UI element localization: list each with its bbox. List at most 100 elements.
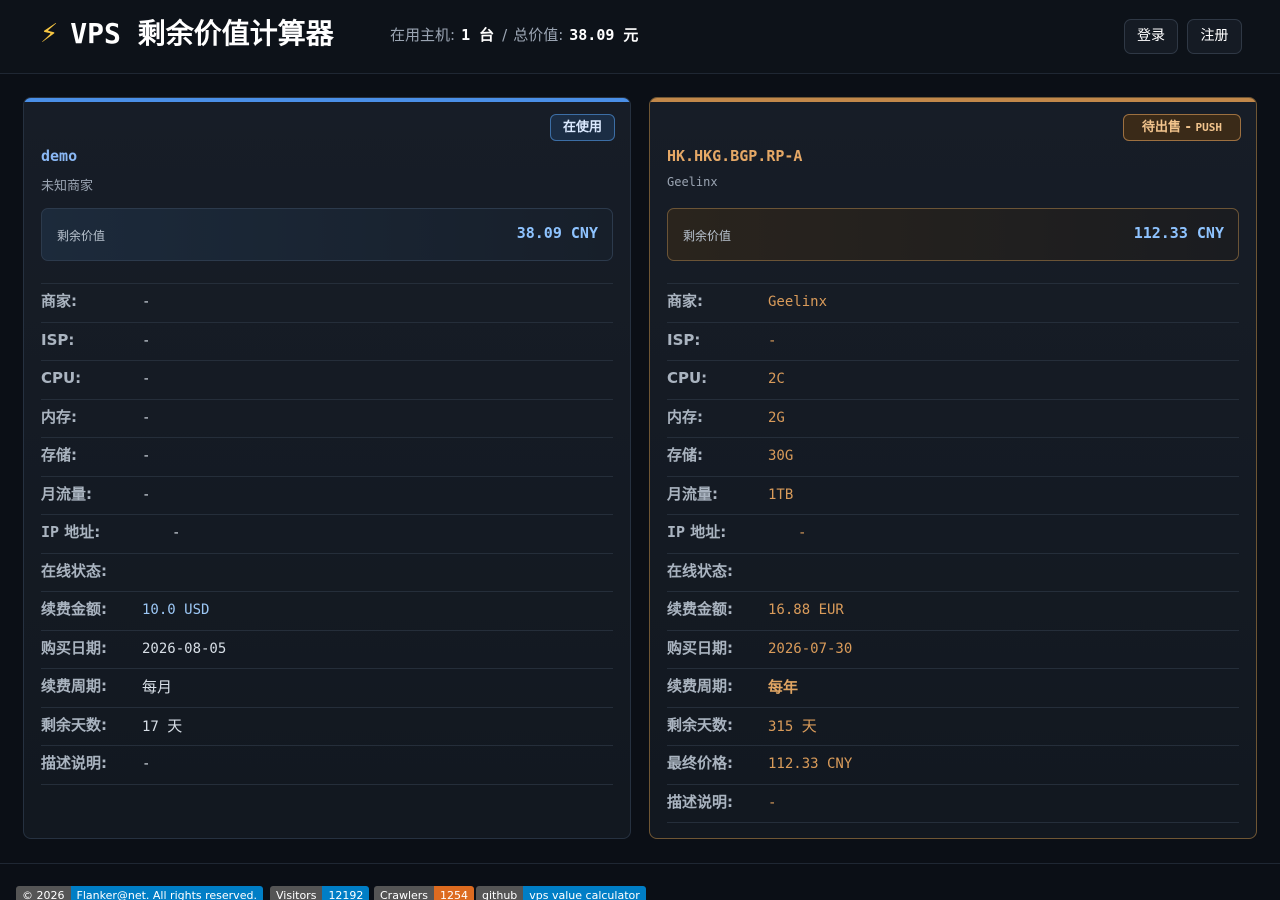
remaining-value-label: 剩余价值 [683, 229, 732, 243]
spec-list: 商家: Geelinx ISP: - CPU: 2C 内存: 2G 存储: 30G 月流量… [667, 283, 1239, 823]
spec-label: 在线状态: [41, 561, 107, 580]
spec-value: - [142, 371, 151, 387]
spec-list: 商家: - ISP: - CPU: - 内存: - 存储: - 月流量: - IP 地址: -… [41, 283, 613, 785]
spec-value: - [142, 294, 151, 310]
spec-value: 112.33 CNY [768, 756, 853, 772]
spec-value: - [798, 525, 807, 541]
remaining-value-label: 剩余价值 [57, 229, 106, 243]
lightning-icon: ⚡ [40, 19, 59, 49]
spec-row-purchase-date: 购买日期: 2026-07-30 [667, 631, 1239, 669]
spec-row-merchant: 商家: - [41, 284, 613, 323]
spec-label: 最终价格: [667, 754, 733, 772]
spec-label: 商家: [667, 292, 703, 310]
spec-label: 续费周期: [667, 677, 733, 695]
spec-value: 16.88 EUR [768, 602, 844, 618]
spec-value: - [142, 332, 151, 349]
remaining-value-box: 剩余价值 112.33 CNY [667, 208, 1239, 261]
spec-row-renewal-cycle: 续费周期: 每年 [667, 669, 1239, 708]
spec-label: 月流量: [667, 484, 718, 503]
spec-value: 2026-08-05 [142, 640, 227, 657]
app-header: ⚡ VPS 剩余价值计算器 在用主机: 1 台 / 总价值: 38.09 元 登… [0, 0, 1280, 74]
spec-value: 2G [768, 409, 785, 426]
spec-label: CPU: [41, 369, 82, 387]
spec-label: 存储: [41, 446, 77, 464]
visitors-badge: Visitors 12192 [270, 886, 370, 900]
spec-label: 剩余天数: [667, 715, 733, 734]
spec-row-description: 描述说明: - [41, 746, 613, 785]
page-footer: © 2026 Flanker@net. All rights reserved. … [0, 863, 1280, 900]
spec-row-traffic: 月流量: - [41, 477, 613, 515]
login-button[interactable]: 登录 [1124, 19, 1178, 54]
hosts-label: 在用主机: [390, 26, 456, 44]
status-badge: 在使用 [550, 114, 615, 141]
spec-row-storage: 存储: 30G [667, 438, 1239, 477]
spec-label: IP 地址: [667, 523, 727, 541]
stats-separator: / [502, 26, 508, 44]
spec-value: 2026-07-30 [768, 640, 853, 657]
card-accent-bar [650, 98, 1256, 102]
spec-label: 内存: [667, 407, 703, 426]
total-label: 总价值: [513, 26, 564, 44]
spec-row-isp: ISP: - [667, 323, 1239, 361]
spec-value: - [768, 794, 777, 811]
host-name: demo [41, 147, 78, 165]
merchant-subtitle: 未知商家 [41, 179, 94, 194]
spec-row-cpu: CPU: - [41, 361, 613, 400]
spec-row-cpu: CPU: 2C [667, 361, 1239, 400]
brand: ⚡ VPS 剩余价值计算器 [40, 16, 334, 52]
spec-row-final-price: 最终价格: 112.33 CNY [667, 746, 1239, 785]
spec-value: - [768, 332, 777, 349]
spec-value: 1TB [768, 486, 794, 503]
spec-row-remaining-days: 剩余天数: 315 天 [667, 708, 1239, 746]
spec-label: 描述说明: [667, 792, 733, 811]
spec-value: - [172, 525, 181, 541]
spec-value: 17 天 [142, 716, 183, 735]
spec-value: - [142, 756, 151, 772]
spec-value: 每年 [768, 678, 799, 696]
host-name: HK.HKG.BGP.RP-A [667, 147, 803, 165]
spec-row-description: 描述说明: - [667, 785, 1239, 823]
remaining-value-amount: 112.33 CNY [1133, 224, 1224, 242]
spec-value: - [142, 486, 151, 503]
spec-label: ISP: [667, 330, 701, 349]
spec-label: 内存: [41, 407, 77, 426]
spec-value: - [142, 409, 151, 426]
summary-stats: 在用主机: 1 台 / 总价值: 38.09 元 [390, 24, 644, 46]
spec-label: IP 地址: [41, 523, 101, 541]
total-value: 38.09 元 [569, 26, 639, 44]
spec-row-online: 在线状态: [667, 554, 1239, 592]
spec-row-memory: 内存: 2G [667, 400, 1239, 438]
spec-row-ip: IP 地址: - [667, 515, 1239, 554]
spec-label: 月流量: [41, 484, 92, 503]
spec-label: 续费周期: [41, 677, 107, 695]
spec-row-renewal-cycle: 续费周期: 每月 [41, 669, 613, 708]
spec-row-traffic: 月流量: 1TB [667, 477, 1239, 515]
spec-value: 2C [768, 371, 785, 387]
page-title: VPS 剩余价值计算器 [70, 17, 334, 50]
spec-value: 315 天 [768, 716, 817, 735]
spec-label: ISP: [41, 330, 75, 349]
spec-label: CPU: [667, 369, 708, 387]
github-link-badge[interactable]: github vps value calculator [476, 886, 646, 900]
spec-value: - [142, 448, 151, 464]
spec-value: 每月 [142, 678, 173, 696]
card-accent-bar [24, 98, 630, 102]
spec-value: 10.0 USD [142, 602, 210, 618]
spec-label: 续费金额: [41, 600, 107, 618]
host-card-demo[interactable]: 在使用 demo 未知商家 剩余价值 38.09 CNY 商家: - ISP: - … [23, 97, 631, 839]
copyright-badge: © 2026 Flanker@net. All rights reserved. [16, 886, 263, 900]
spec-row-renewal-amount: 续费金额: 10.0 USD [41, 592, 613, 631]
spec-value: Geelinx [768, 294, 828, 310]
spec-row-ip: IP 地址: - [41, 515, 613, 554]
spec-label: 购买日期: [41, 638, 107, 657]
spec-row-remaining-days: 剩余天数: 17 天 [41, 708, 613, 746]
spec-row-memory: 内存: - [41, 400, 613, 438]
merchant-subtitle: Geelinx [667, 175, 718, 189]
spec-label: 剩余天数: [41, 715, 107, 734]
remaining-value-box: 剩余价值 38.09 CNY [41, 208, 613, 261]
spec-value: 30G [768, 448, 794, 464]
spec-label: 续费金额: [667, 600, 733, 618]
status-badge: 待出售 - PUSH [1123, 114, 1241, 141]
host-card-hk[interactable]: 待出售 - PUSH HK.HKG.BGP.RP-A Geelinx 剩余价值 … [649, 97, 1257, 839]
register-button[interactable]: 注册 [1187, 19, 1242, 54]
